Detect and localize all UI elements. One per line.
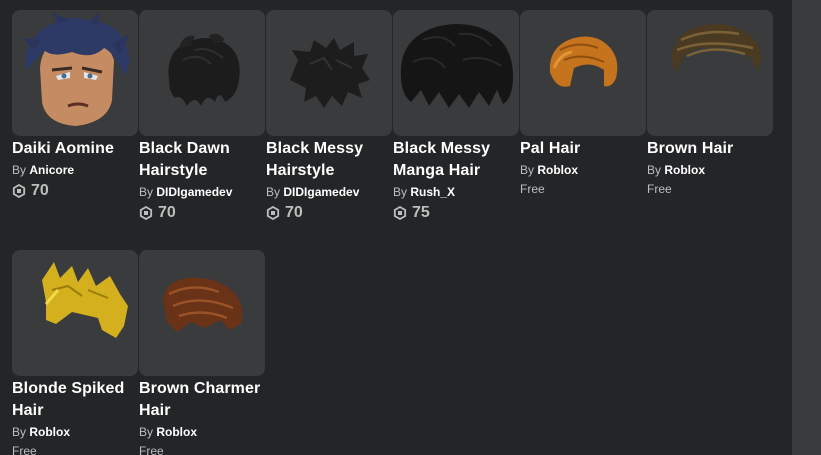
creator-link[interactable]: Roblox — [537, 163, 578, 177]
item-thumbnail-black-dawn-hairstyle[interactable] — [139, 10, 265, 136]
item-creator-line: By DIDIgamedev — [266, 183, 392, 201]
item-name[interactable]: Brown Hair — [647, 138, 773, 160]
item-thumbnail-brown-hair[interactable] — [647, 10, 773, 136]
item-card[interactable]: Blonde Spiked Hair By Roblox Free — [12, 250, 138, 455]
by-label: By — [266, 185, 281, 199]
creator-link[interactable]: DIDIgamedev — [156, 185, 232, 199]
by-label: By — [139, 425, 154, 439]
item-card[interactable]: Black Messy Manga Hair By Rush_X 75 — [393, 10, 519, 223]
item-thumbnail-pal-hair[interactable] — [520, 10, 646, 136]
item-thumbnail-black-messy-manga-hair[interactable] — [393, 10, 519, 136]
item-creator-line: By Roblox — [12, 423, 138, 441]
hair-accessory-image — [163, 277, 243, 332]
item-price: 70 — [139, 203, 265, 223]
creator-link[interactable]: Anicore — [29, 163, 74, 177]
item-thumbnail-brown-charmer-hair[interactable] — [139, 250, 265, 376]
item-thumbnail-daiki-aomine[interactable] — [12, 10, 138, 136]
item-name[interactable]: Black Dawn Hairstyle — [139, 138, 265, 182]
item-price: 75 — [393, 203, 519, 223]
creator-link[interactable]: DIDIgamedev — [283, 185, 359, 199]
item-creator-line: By Anicore — [12, 161, 138, 179]
price-value: 70 — [31, 182, 49, 199]
by-label: By — [12, 163, 27, 177]
hair-accessory-image — [549, 36, 618, 87]
item-price: 70 — [266, 203, 392, 223]
price-value: 70 — [285, 204, 303, 221]
item-thumbnail-blonde-spiked-hair[interactable] — [12, 250, 138, 376]
hair-accessory-image — [290, 38, 370, 108]
creator-link[interactable]: Roblox — [664, 163, 705, 177]
item-price-free: Free — [647, 182, 672, 196]
item-card[interactable]: Pal Hair By Roblox Free — [520, 10, 646, 197]
robux-icon — [139, 206, 153, 220]
item-card[interactable]: Brown Hair By Roblox Free — [647, 10, 773, 197]
by-label: By — [393, 185, 408, 199]
item-name[interactable]: Pal Hair — [520, 138, 646, 160]
character-head-image — [22, 12, 130, 126]
hair-accessory-image — [400, 24, 513, 108]
hair-accessory-image — [671, 24, 761, 72]
item-name[interactable]: Brown Charmer Hair — [139, 378, 265, 422]
by-label: By — [520, 163, 535, 177]
item-name[interactable]: Black Messy Hairstyle — [266, 138, 392, 182]
creator-link[interactable]: Roblox — [29, 425, 70, 439]
item-card[interactable]: Brown Charmer Hair By Roblox Free — [139, 250, 265, 455]
robux-icon — [12, 184, 26, 198]
item-card[interactable]: Black Dawn Hairstyle By DIDIgamedev 70 — [139, 10, 265, 223]
by-label: By — [12, 425, 27, 439]
item-price-free: Free — [520, 182, 545, 196]
price-value: 70 — [158, 204, 176, 221]
item-creator-line: By Roblox — [520, 161, 646, 179]
creator-link[interactable]: Rush_X — [410, 185, 455, 199]
item-card[interactable]: Daiki Aomine By Anicore 70 — [12, 10, 138, 201]
item-name[interactable]: Daiki Aomine — [12, 138, 138, 160]
item-price-free: Free — [139, 444, 164, 455]
item-creator-line: By DIDIgamedev — [139, 183, 265, 201]
right-sidebar-panel — [792, 0, 821, 455]
by-label: By — [139, 185, 154, 199]
catalog-page: Daiki Aomine By Anicore 70 Black Dawn Ha… — [0, 0, 821, 455]
item-name[interactable]: Blonde Spiked Hair — [12, 378, 138, 422]
item-creator-line: By Roblox — [139, 423, 265, 441]
creator-link[interactable]: Roblox — [156, 425, 197, 439]
item-thumbnail-black-messy-hairstyle[interactable] — [266, 10, 392, 136]
item-price: 70 — [12, 181, 138, 201]
item-price-free: Free — [12, 444, 37, 455]
item-creator-line: By Rush_X — [393, 183, 519, 201]
by-label: By — [647, 163, 662, 177]
price-value: 75 — [412, 204, 430, 221]
robux-icon — [266, 206, 280, 220]
hair-accessory-image — [168, 33, 240, 106]
robux-icon — [393, 206, 407, 220]
item-creator-line: By Roblox — [647, 161, 773, 179]
item-name[interactable]: Black Messy Manga Hair — [393, 138, 519, 182]
item-card[interactable]: Black Messy Hairstyle By DIDIgamedev 70 — [266, 10, 392, 223]
hair-accessory-image — [42, 262, 128, 338]
